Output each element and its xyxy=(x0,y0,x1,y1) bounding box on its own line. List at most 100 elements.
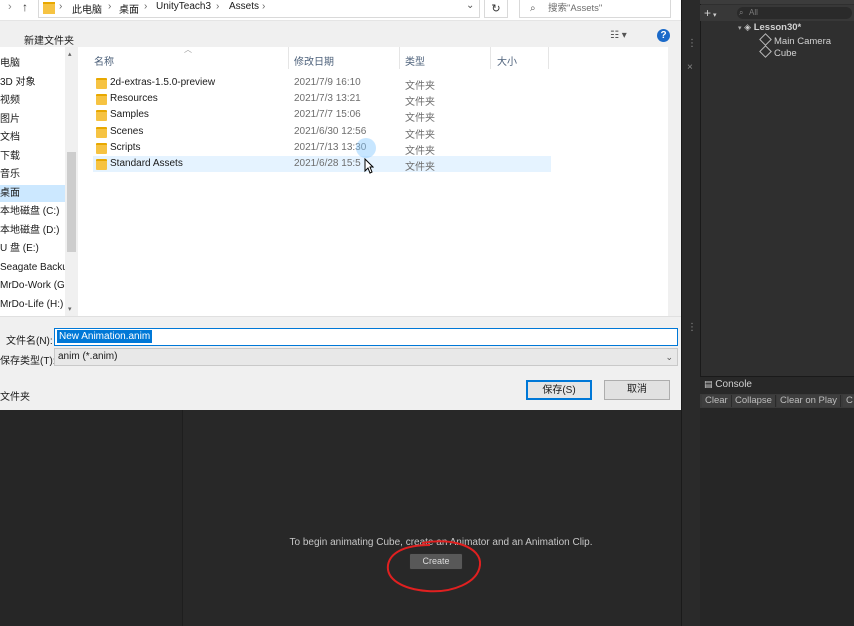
folder-icon xyxy=(96,94,107,106)
hierarchy-tab-bar xyxy=(700,0,854,4)
sidebar-item-label: 音乐 xyxy=(0,169,20,180)
sidebar-item-label: 视频 xyxy=(0,95,20,106)
sidebar-item-label: MrDo-Work (G xyxy=(0,280,65,291)
unity-scene-icon: ◈ xyxy=(744,22,752,32)
sidebar-item[interactable]: 3D 对象 xyxy=(0,74,66,91)
nav-scroll-thumb[interactable] xyxy=(67,152,76,252)
hide-folders-toggle[interactable]: 文件夹 xyxy=(0,388,30,403)
column-size[interactable]: 大小 xyxy=(497,53,517,68)
breadcrumb-unityteach3[interactable]: UnityTeach3 xyxy=(156,1,211,12)
column-divider[interactable] xyxy=(288,47,289,69)
animation-left-panel xyxy=(0,410,183,626)
cancel-button[interactable]: 取消 xyxy=(604,380,670,400)
hierarchy-item-cube[interactable]: Cube xyxy=(759,45,797,59)
console-log-area xyxy=(700,408,854,626)
folder-icon xyxy=(43,2,55,14)
gameobject-icon xyxy=(759,33,772,46)
file-name: Scenes xyxy=(110,125,144,137)
file-name: Standard Assets xyxy=(110,158,183,169)
sidebar-item-label: Seagate Backu xyxy=(0,261,67,273)
sidebar-item[interactable]: 本地磁盘 (C:) xyxy=(0,203,66,220)
breadcrumb-this-pc[interactable]: 此电脑 xyxy=(72,1,102,16)
column-divider[interactable] xyxy=(548,47,549,69)
column-type[interactable]: 类型 xyxy=(405,53,425,68)
sidebar-item[interactable]: 图片 xyxy=(0,111,66,128)
sidebar-item[interactable]: U 盘 (E:) xyxy=(0,240,66,257)
file-date: 2021/7/9 16:10 xyxy=(294,77,361,88)
column-date[interactable]: 修改日期 xyxy=(294,53,334,68)
sidebar-item-label: 本地磁盘 (D:) xyxy=(0,224,60,236)
column-divider[interactable] xyxy=(399,47,400,69)
file-type: 文件夹 xyxy=(405,113,435,125)
hierarchy-search-input[interactable]: ⌕ All xyxy=(737,7,852,19)
sidebar-item[interactable]: 文档 xyxy=(0,129,66,146)
folder-icon xyxy=(96,142,107,154)
sidebar-item[interactable]: 视频 xyxy=(0,92,66,109)
help-icon[interactable]: ? xyxy=(657,29,670,42)
navigation-pane: 电脑 3D 对象视频图片 文档下载音乐桌面本地磁盘 (C:) 本地磁盘 (D:) U 盘… xyxy=(0,47,67,316)
console-icon: ▤ xyxy=(704,379,713,389)
column-name[interactable]: 名称 xyxy=(94,53,114,68)
file-name: Samples xyxy=(110,109,149,121)
tab-console[interactable]: ▤ Console xyxy=(704,379,752,390)
column-divider[interactable] xyxy=(490,47,491,69)
file-name: Scripts xyxy=(110,141,141,153)
sidebar-item[interactable]: 下载 xyxy=(0,148,66,165)
filename-value[interactable]: New Animation.anim xyxy=(57,330,153,343)
file-type: 文件夹 xyxy=(405,97,435,109)
refresh-button[interactable]: ↻ xyxy=(484,0,508,18)
console-collapse-button[interactable]: Collapse xyxy=(732,395,776,407)
breadcrumb-assets[interactable]: Assets xyxy=(229,1,259,12)
add-object-button[interactable]: + ▾ xyxy=(704,6,716,20)
up-arrow-icon[interactable]: ↑ xyxy=(22,0,28,14)
search-input[interactable]: ⌕ 搜索"Assets" xyxy=(519,0,671,18)
search-icon: ⌕ xyxy=(739,8,744,17)
sidebar-item-label: 3D 对象 xyxy=(0,76,36,88)
file-name: Resources xyxy=(110,93,158,105)
breadcrumb-sep: › xyxy=(144,1,148,12)
filename-label: 文件名(N): xyxy=(6,336,53,347)
sidebar-item[interactable]: 音乐 xyxy=(0,166,66,183)
sidebar-item-label: 桌面 xyxy=(0,187,20,199)
chevron-down-icon[interactable]: ⌄ xyxy=(466,0,474,11)
forward-arrow-icon[interactable]: › xyxy=(8,1,12,13)
search-icon: ⌕ xyxy=(530,3,536,14)
scroll-up-icon[interactable]: ▴ xyxy=(68,50,72,58)
console-clear-on-play-button[interactable]: Clear on Play xyxy=(777,395,842,407)
breadcrumb-sep: › xyxy=(262,1,266,12)
new-folder-button[interactable]: 新建文件夹 xyxy=(24,32,74,47)
sidebar-item[interactable]: 本地磁盘 (D:) xyxy=(0,222,66,239)
gameobject-icon xyxy=(759,45,772,58)
close-x-icon[interactable]: × xyxy=(687,62,693,73)
sidebar-item-label: 电脑 xyxy=(0,58,20,69)
sidebar-item[interactable]: MrDo-Life (H:) xyxy=(0,296,66,313)
filetype-select[interactable]: anim (*.anim) ⌄ xyxy=(54,348,678,366)
file-date: 2021/6/28 15:5 xyxy=(294,158,361,169)
file-pane-scrollbar[interactable] xyxy=(668,47,681,316)
save-button[interactable]: 保存(S) xyxy=(526,380,592,400)
console-more-button[interactable]: C xyxy=(843,395,854,407)
resize-dots-icon[interactable]: ⋮ xyxy=(687,322,697,333)
sidebar-item-label: 本地磁盘 (C:) xyxy=(0,206,60,217)
sidebar-item[interactable]: Seagate Backu xyxy=(0,259,66,276)
sidebar-item-label: U 盘 (E:) xyxy=(0,243,39,254)
file-type: 文件夹 xyxy=(405,145,435,157)
console-clear-button[interactable]: Clear xyxy=(702,395,732,407)
folder-icon xyxy=(96,78,107,89)
breadcrumb-desktop[interactable]: 桌面 xyxy=(119,1,139,16)
view-options-icon[interactable]: ☷ ▾ xyxy=(610,30,627,41)
chevron-down-icon: ⌄ xyxy=(665,352,673,362)
scroll-down-icon[interactable]: ▾ xyxy=(68,305,72,313)
refresh-icon: ↻ xyxy=(491,3,501,15)
hierarchy-item-main-camera[interactable]: Main Camera xyxy=(759,33,831,47)
sidebar-item[interactable]: MrDo-Work (G xyxy=(0,277,66,294)
file-type: 文件夹 xyxy=(405,129,435,141)
hierarchy-scene-item[interactable]: ▾ ◈ Lesson30* xyxy=(738,22,801,33)
folder-icon xyxy=(96,126,107,138)
sidebar-item[interactable]: 电脑 xyxy=(0,55,66,72)
file-name: 2d-extras-1.5.0-preview xyxy=(110,77,216,88)
expand-arrow-icon[interactable]: ▾ xyxy=(738,25,742,32)
folder-icon xyxy=(96,159,107,170)
more-dots-icon[interactable]: ⋮ xyxy=(687,38,697,49)
sidebar-item[interactable]: 桌面 xyxy=(0,184,66,202)
